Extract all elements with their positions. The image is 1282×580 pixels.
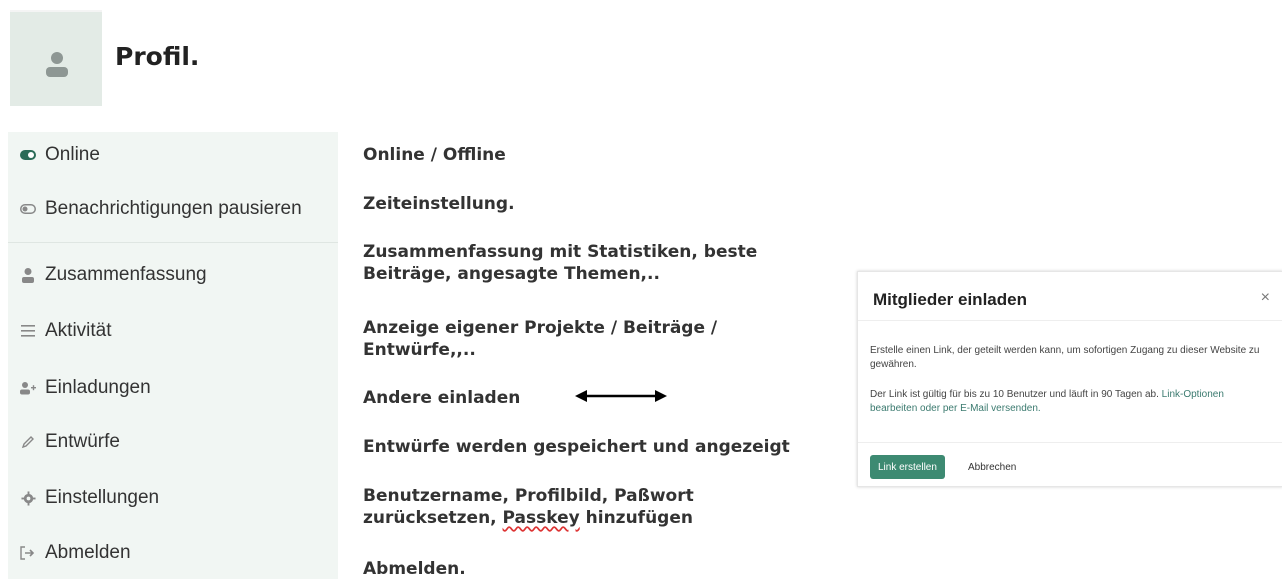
note-projects: Anzeige eigener Projekte / Beiträge / Ent… — [363, 318, 718, 360]
sidebar-item-label: Einstellungen — [45, 487, 160, 508]
note-account: Benutzername, Profilbild, Paßwort zurück… — [363, 486, 694, 528]
dialog-divider — [858, 442, 1282, 443]
note-time-setting: Zeiteinstellung. — [363, 194, 515, 214]
note-summary: Zusammenfassung mit Statistiken, beste Be… — [363, 242, 758, 284]
dialog-title: Mitglieder einladen — [873, 290, 1027, 309]
note-drafts: Entwürfe werden gespeichert und angezeig… — [363, 437, 790, 457]
avatar[interactable] — [10, 10, 102, 106]
cancel-button[interactable]: Abbrechen — [968, 455, 1016, 479]
list-icon — [18, 325, 38, 337]
close-icon[interactable]: × — [1261, 289, 1270, 307]
dialog-divider — [858, 320, 1282, 321]
sidebar-item-label: Zusammenfassung — [45, 264, 207, 285]
invite-members-dialog: Mitglieder einladen × Erstelle einen Lin… — [857, 271, 1282, 487]
sidebar-item-settings[interactable]: Einstellungen — [18, 481, 159, 515]
sidebar-item-label: Benachrichtigungen pausieren — [45, 198, 302, 219]
user-icon — [18, 267, 38, 283]
toggle-off-icon — [18, 204, 38, 214]
sidebar-item-invites[interactable]: Einladungen — [18, 371, 151, 405]
sidebar-item-label: Online — [45, 144, 100, 165]
double-arrow-icon — [575, 390, 667, 402]
dialog-link-info: Der Link ist gültig für bis zu 10 Benutz… — [870, 389, 1224, 414]
toggle-on-icon — [18, 150, 38, 160]
sidebar-item-label: Entwürfe — [45, 431, 120, 452]
sidebar-item-label: Aktivität — [45, 320, 112, 341]
sidebar-item-activity[interactable]: Aktivität — [18, 314, 112, 348]
sidebar: Online Benachrichtigungen pausieren Zusa… — [8, 132, 338, 579]
sidebar-item-drafts[interactable]: Entwürfe — [18, 425, 120, 459]
user-plus-icon — [18, 381, 38, 395]
sidebar-item-summary[interactable]: Zusammenfassung — [18, 258, 207, 292]
sidebar-item-logout[interactable]: Abmelden — [18, 536, 131, 570]
note-logout: Abmelden. — [363, 559, 466, 579]
page-title: Profil. — [115, 42, 200, 71]
user-icon — [46, 52, 68, 77]
sidebar-item-label: Abmelden — [45, 542, 131, 563]
pencil-icon — [18, 435, 38, 449]
sidebar-item-online[interactable]: Online — [18, 138, 100, 172]
spellcheck-word: Passkey — [502, 508, 580, 528]
sign-out-icon — [18, 546, 38, 560]
dialog-description: Erstelle einen Link, der geteilt werden … — [870, 345, 1260, 370]
sidebar-item-pause-notifications[interactable]: Benachrichtigungen pausieren — [18, 192, 302, 226]
gear-icon — [18, 490, 38, 506]
note-online-offline: Online / Offline — [363, 145, 506, 165]
sidebar-item-label: Einladungen — [45, 377, 151, 398]
create-link-button[interactable]: Link erstellen — [870, 455, 945, 479]
sidebar-divider — [8, 242, 338, 243]
note-invite-others: Andere einladen — [363, 388, 521, 408]
